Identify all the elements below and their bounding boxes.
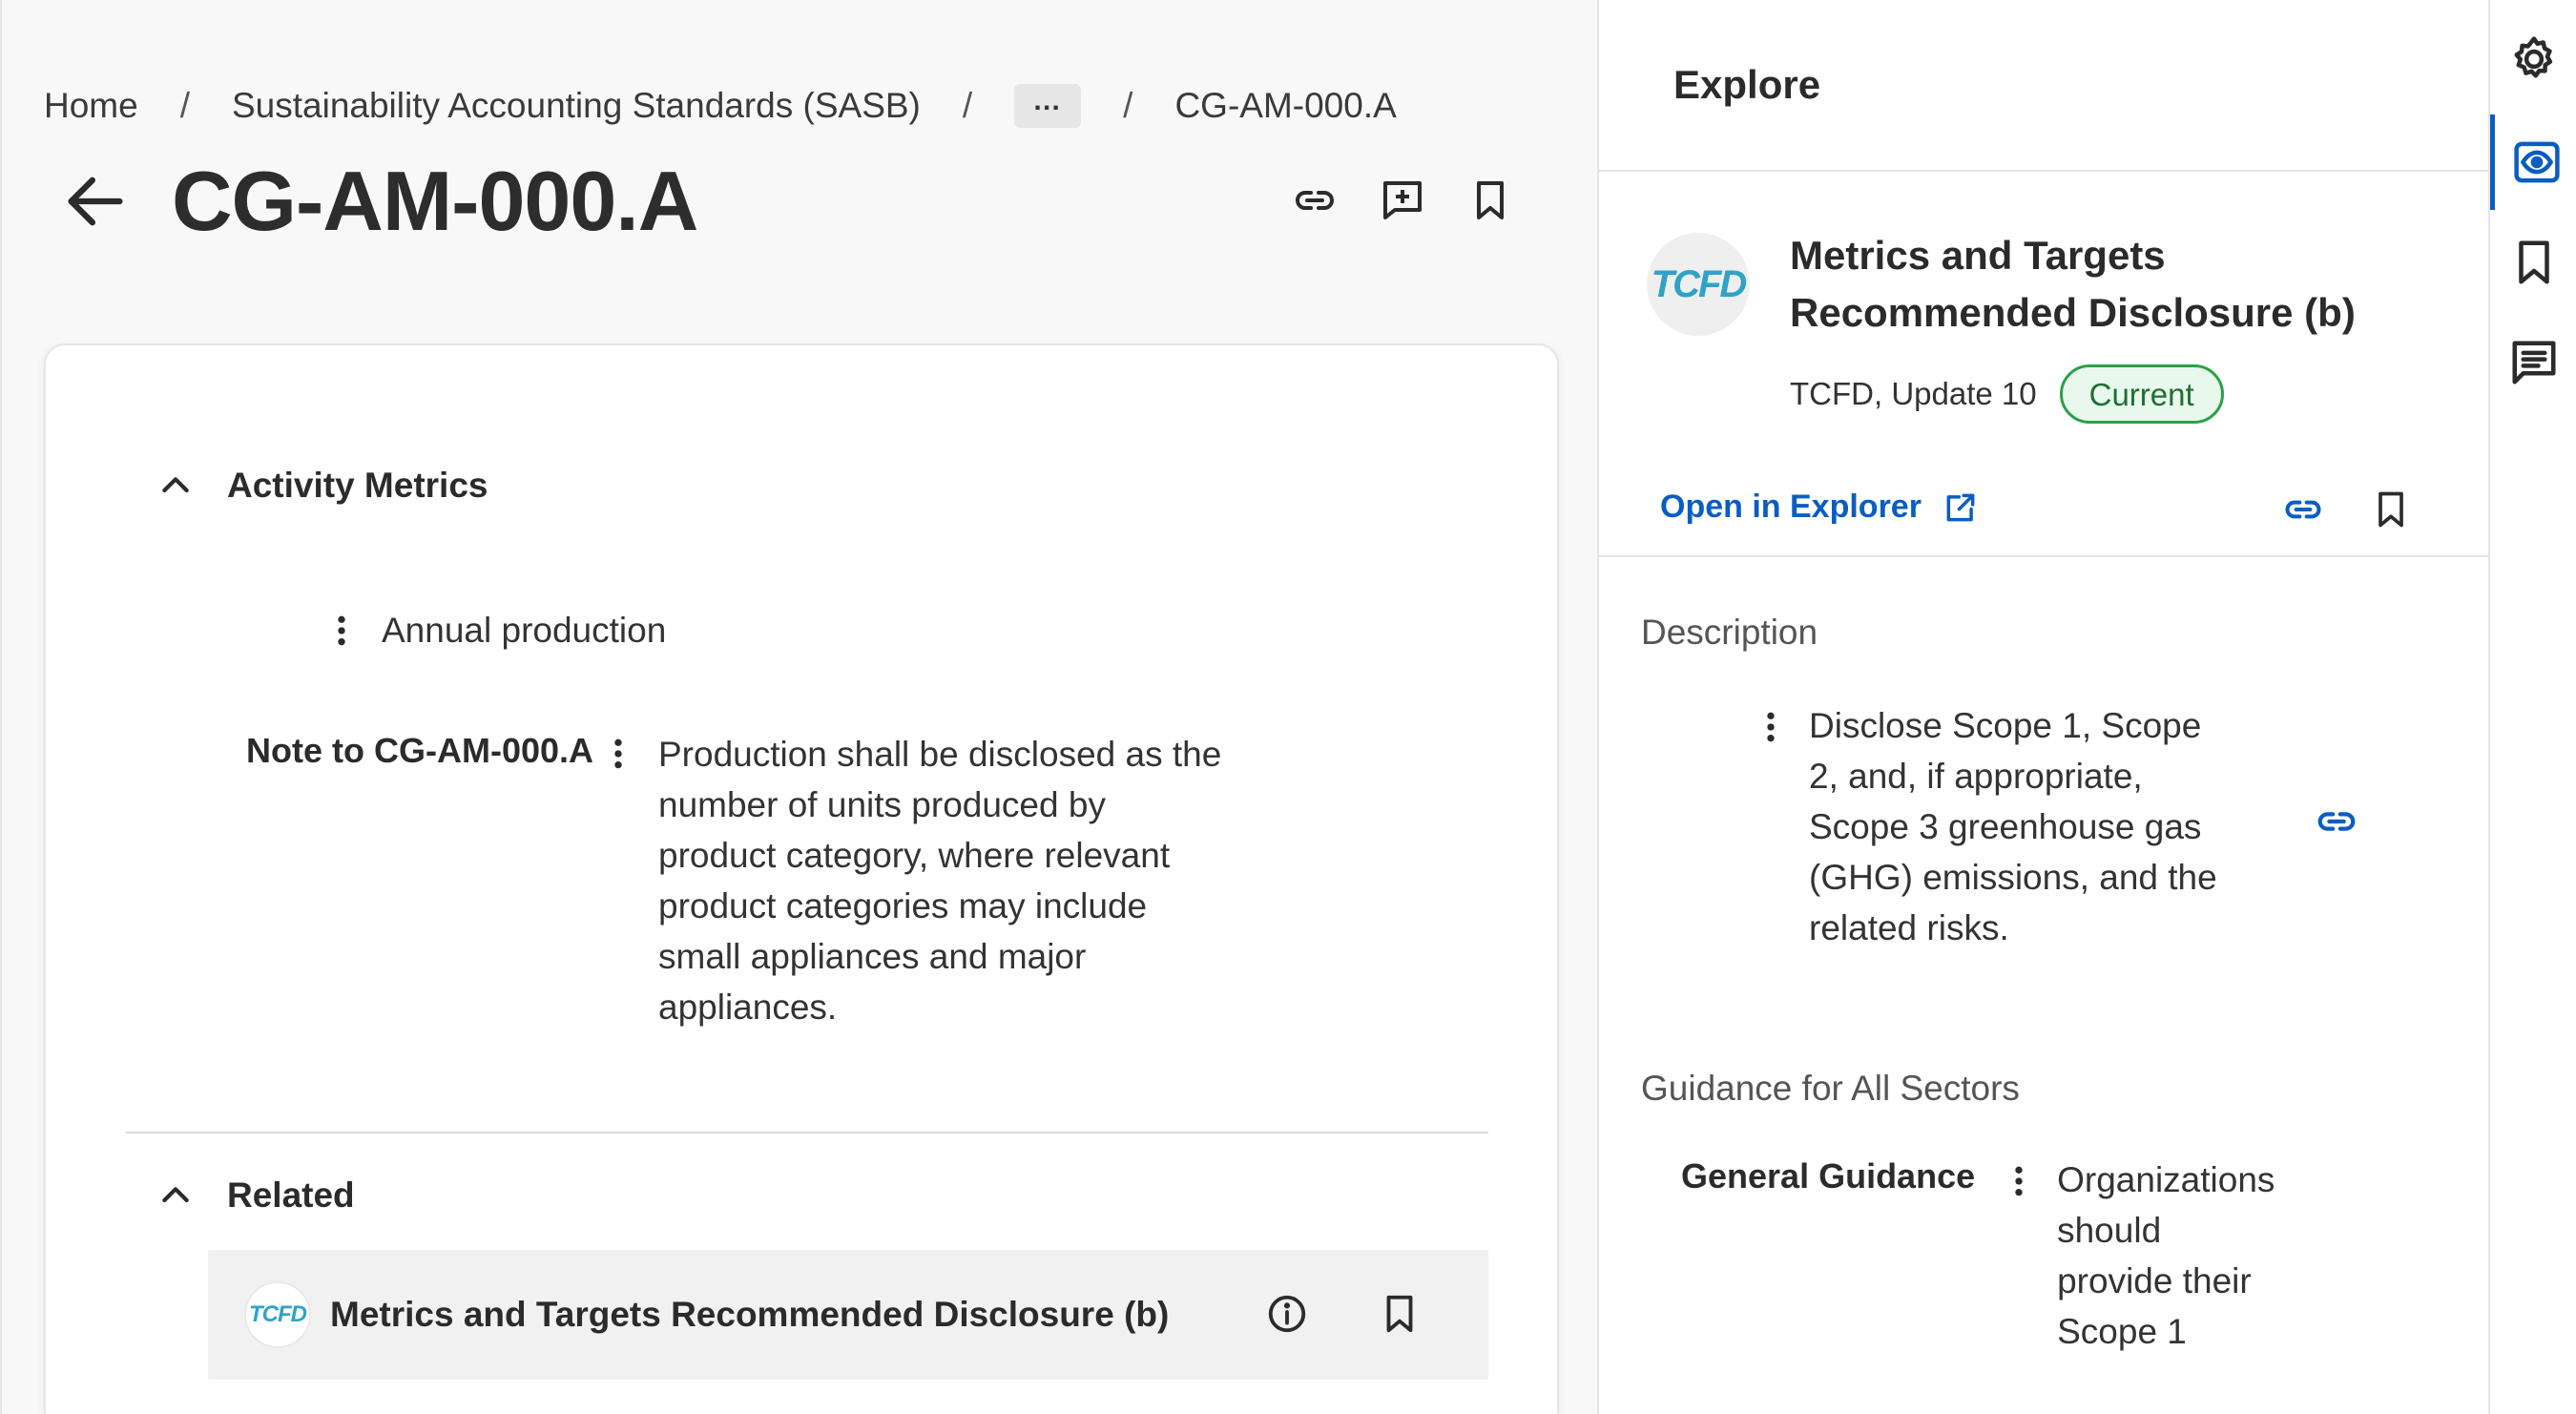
breadcrumb-sasb[interactable]: Sustainability Accounting Standards (SAS… [232, 86, 921, 126]
panel-meta: TCFD, Update 10 Current [1790, 364, 2224, 424]
breadcrumb: Home / Sustainability Accounting Standar… [44, 84, 1397, 128]
eye-icon [2513, 141, 2560, 183]
breadcrumb-home[interactable]: Home [44, 86, 138, 126]
note-text: Production shall be disclosed as the num… [658, 735, 1222, 1027]
bookmark-icon[interactable] [2370, 489, 2412, 530]
activity-metrics-header[interactable]: Activity Metrics [156, 466, 488, 506]
link-icon[interactable] [2282, 489, 2324, 530]
more-vertical-icon[interactable] [2009, 1162, 2028, 1200]
tcfd-logo: TCFD [244, 1281, 311, 1348]
page-title: CG-AM-000.A [172, 154, 698, 248]
metric-item-label: Annual production [382, 611, 667, 650]
panel-actions [2282, 489, 2412, 530]
note-label: Note to CG-AM-000.A [246, 731, 594, 770]
view-button[interactable] [2490, 114, 2576, 210]
description-text: Disclose Scope 1, Scope 2, and, if appro… [1809, 706, 2217, 947]
status-badge: Current [2059, 364, 2224, 424]
breadcrumb-separator: / [1123, 86, 1133, 125]
divider [126, 1132, 1488, 1133]
general-guidance-text: Organizations should provide their Scope… [2057, 1160, 2275, 1351]
more-vertical-icon[interactable] [332, 612, 351, 650]
divider [1599, 555, 2488, 557]
more-vertical-icon[interactable] [609, 735, 628, 773]
bookmarks-button[interactable] [2490, 215, 2576, 310]
title-row: CG-AM-000.A [59, 153, 698, 250]
chevron-up-icon [162, 477, 189, 493]
open-in-explorer-label: Open in Explorer [1660, 489, 1922, 525]
panel-title: Metrics and Targets Recommended Disclosu… [1790, 233, 2356, 335]
external-link-icon [1946, 493, 1975, 521]
comments-button[interactable] [2490, 315, 2576, 410]
title-actions [1292, 177, 1513, 223]
info-icon[interactable] [1265, 1292, 1309, 1336]
breadcrumb-current: CG-AM-000.A [1174, 86, 1397, 125]
comment-list-icon [2512, 341, 2556, 385]
panel-header-title: Explore [1673, 62, 1821, 107]
more-vertical-icon[interactable] [1761, 708, 1780, 746]
version-text: TCFD, Update 10 [1790, 376, 2037, 411]
bookmark-icon[interactable] [1378, 1292, 1422, 1336]
section-title: Related [227, 1175, 355, 1215]
general-guidance-label: General Guidance [1681, 1156, 1976, 1196]
standard-card: Activity Metrics Annual production Note … [44, 343, 1559, 1414]
related-header[interactable]: Related [156, 1175, 355, 1216]
add-comment-icon[interactable] [1380, 177, 1425, 223]
icon-rail [2488, 0, 2576, 1414]
tcfd-logo: TCFD [1647, 233, 1750, 336]
guidance-label: Guidance for All Sectors [1641, 1069, 2020, 1108]
link-icon[interactable] [1292, 177, 1338, 223]
gear-icon [2514, 36, 2553, 78]
chevron-up-icon [162, 1187, 189, 1203]
section-title: Activity Metrics [227, 466, 488, 505]
bookmark-icon [2519, 240, 2549, 284]
link-icon[interactable] [2315, 800, 2358, 843]
open-in-explorer-link[interactable]: Open in Explorer [1660, 489, 1979, 526]
description-label: Description [1641, 613, 1818, 652]
breadcrumb-separator: / [179, 86, 190, 125]
bookmark-icon[interactable] [1467, 177, 1513, 223]
guidance-block: General Guidance Organizations should pr… [1681, 1154, 2286, 1357]
breadcrumb-separator: / [962, 86, 973, 125]
explore-panel: Explore TCFD Metrics and Targets Recomme… [1597, 0, 2488, 1414]
related-item[interactable]: TCFD Metrics and Targets Recommended Dis… [208, 1250, 1488, 1380]
metric-note: Note to CG-AM-000.A Production shall be … [246, 729, 1231, 1032]
settings-button[interactable] [2490, 11, 2576, 107]
metric-item: Annual production [332, 611, 666, 651]
main-content: Home / Sustainability Accounting Standar… [0, 0, 1597, 1414]
arrow-left-icon[interactable] [59, 165, 132, 238]
related-item-title: Metrics and Targets Recommended Disclosu… [330, 1295, 1170, 1334]
breadcrumb-more-button[interactable]: … [1014, 84, 1082, 128]
description-block: Disclose Scope 1, Scope 2, and, if appro… [1761, 700, 2229, 953]
related-actions [1265, 1292, 1422, 1336]
panel-header: Explore [1599, 0, 2488, 172]
